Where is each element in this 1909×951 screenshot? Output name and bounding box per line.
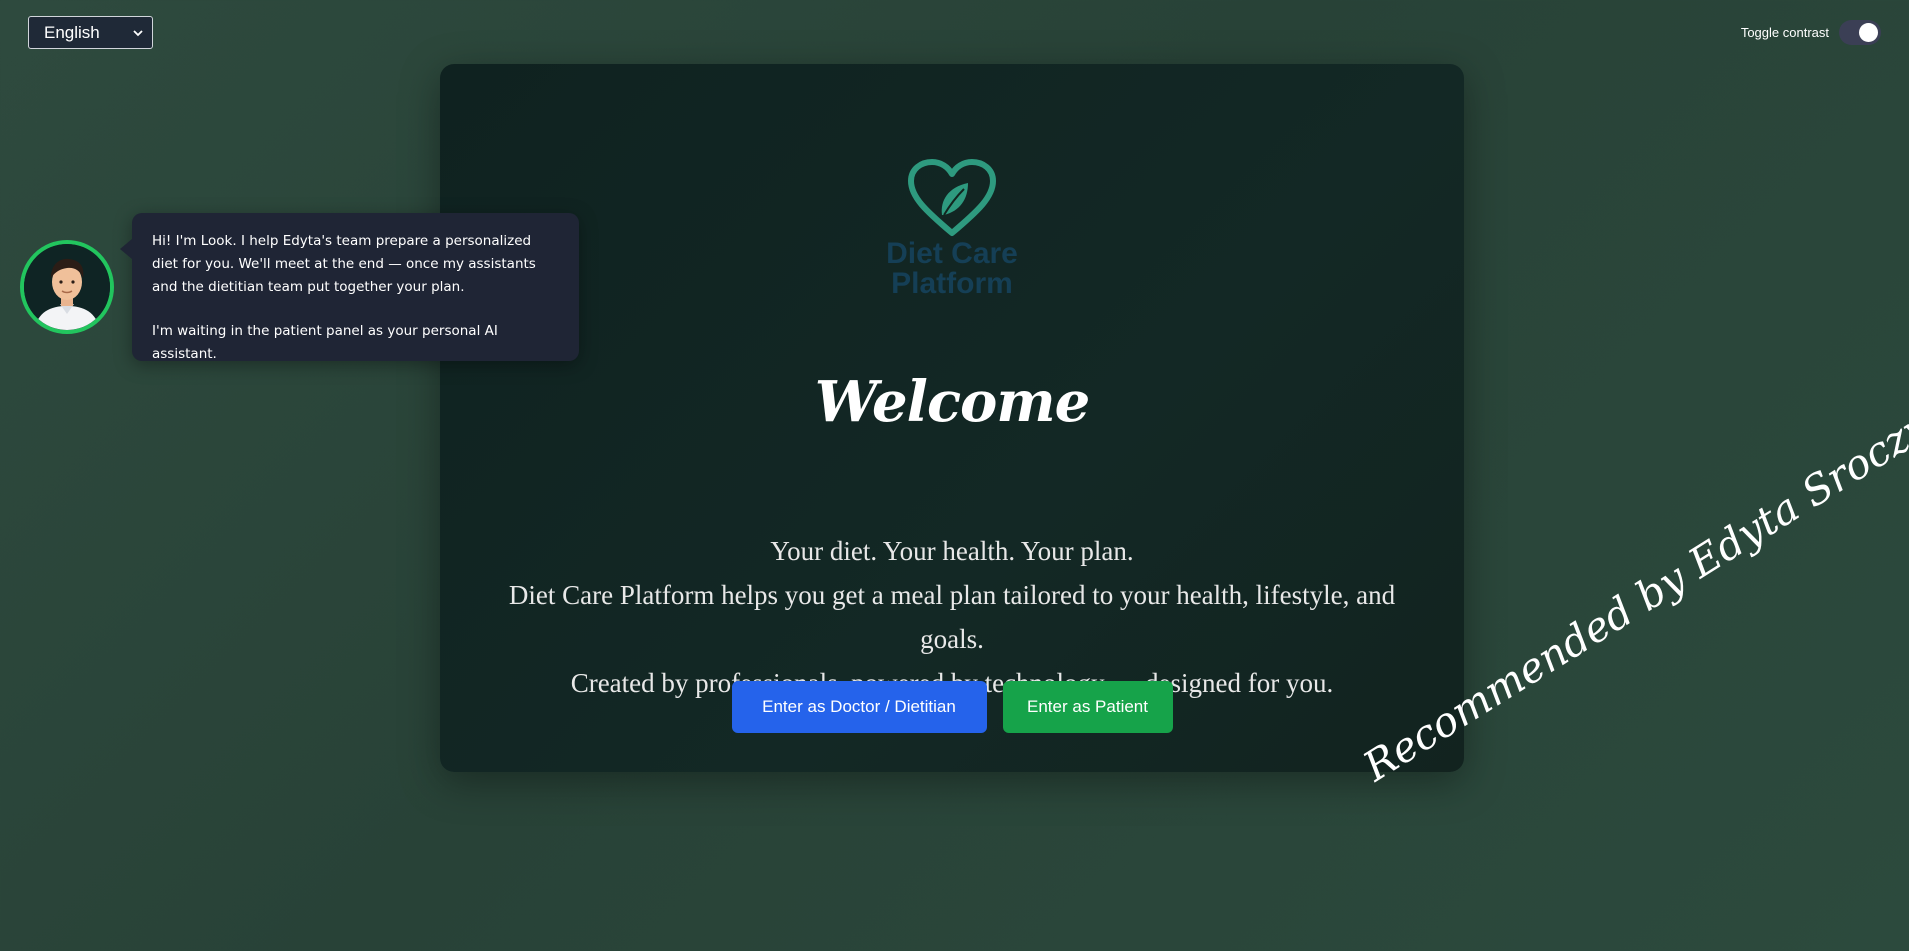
language-select[interactable]: English [28,16,153,49]
assistant-message: Hi! I'm Look. I help Edyta's team prepar… [152,233,536,295]
assistant-speech-bubble: Hi! I'm Look. I help Edyta's team prepar… [120,213,579,362]
assistant-avatar[interactable] [20,240,114,334]
entry-buttons: Enter as Doctor / Dietitian Enter as Pat… [440,681,1464,733]
welcome-title: Welcome [814,369,1091,435]
contrast-toggle-group: Toggle contrast [1741,20,1881,45]
contrast-toggle-switch[interactable] [1839,20,1881,45]
tagline-line: Diet Care Platform helps you get a meal … [508,580,1396,654]
chevron-down-icon [133,29,143,36]
logo-text-line2: Platform [891,267,1013,300]
heart-leaf-icon [908,159,996,236]
enter-doctor-button[interactable]: Enter as Doctor / Dietitian [731,681,987,733]
logo-text-line1: Diet Care [886,237,1018,270]
welcome-card: Diet Care Platform Welcome Your diet. Yo… [440,64,1464,772]
enter-patient-button[interactable]: Enter as Patient [1002,681,1173,733]
assistant-message: I'm waiting in the patient panel as your… [152,323,498,362]
tagline-line: Your diet. Your health. Your plan. [770,536,1134,566]
language-select-value: English [44,22,100,42]
assistant-portrait-icon [24,244,110,330]
logo: Diet Care Platform [440,159,1464,299]
logo-text: Diet Care Platform [886,239,1018,299]
toggle-knob [1859,23,1878,42]
tagline: Your diet. Your health. Your plan. Diet … [500,529,1404,705]
contrast-toggle-label: Toggle contrast [1740,25,1829,40]
